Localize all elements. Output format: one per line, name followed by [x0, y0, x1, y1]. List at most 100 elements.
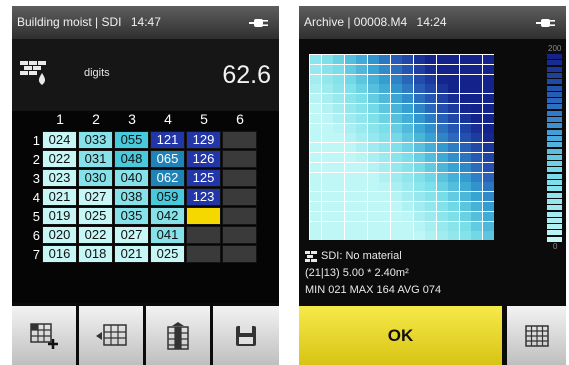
- grid-cell[interactable]: 022: [78, 226, 113, 244]
- scale-min-label: 0: [553, 242, 558, 251]
- color-scale: [547, 54, 562, 244]
- heatmap-cell: [344, 74, 356, 84]
- heatmap-cell: [390, 143, 402, 153]
- grid-cell[interactable]: 125: [186, 169, 221, 187]
- grid-cell[interactable]: 027: [114, 226, 149, 244]
- heatmap-cell: [402, 55, 413, 64]
- heatmap-cell: [402, 143, 413, 153]
- heatmap-cell: [459, 162, 471, 172]
- heatmap-cell: [344, 104, 356, 113]
- grid-cell[interactable]: [222, 169, 257, 187]
- grid-cell[interactable]: 042: [150, 207, 185, 225]
- grid-cell[interactable]: 048: [114, 150, 149, 168]
- heatmap-cell: [367, 231, 379, 241]
- heatmap-cell: [321, 172, 333, 182]
- grid-view-button[interactable]: [507, 306, 566, 365]
- grid-cell[interactable]: 016: [42, 245, 77, 263]
- heatmap-cell: [321, 74, 333, 84]
- heatmap-cell: [482, 211, 494, 221]
- grid-cell[interactable]: 031: [78, 150, 113, 168]
- grid-cell[interactable]: 024: [42, 131, 77, 149]
- heatmap-cell: [356, 94, 367, 104]
- grid-cell[interactable]: 025: [78, 207, 113, 225]
- grid-cell[interactable]: 021: [42, 188, 77, 206]
- grid-cell[interactable]: [186, 226, 221, 244]
- heatmap-cell: [425, 192, 436, 202]
- grid-cell[interactable]: 059: [150, 188, 185, 206]
- add-measurement-button[interactable]: [12, 306, 76, 365]
- heatmap-cell: [367, 74, 379, 84]
- heatmap-cell: [367, 123, 379, 133]
- heatmap-cell: [471, 211, 482, 221]
- grid-cell[interactable]: 121: [150, 131, 185, 149]
- heatmap-cell: [471, 162, 482, 172]
- grid-transfer-button[interactable]: [79, 306, 143, 365]
- heatmap-cell: [436, 84, 448, 94]
- heatmap-cell: [390, 74, 402, 84]
- unit-label: digits: [84, 67, 110, 79]
- heatmap-cell: [344, 153, 356, 162]
- heatmap-cell: [459, 221, 471, 231]
- heatmap-cell: [367, 84, 379, 94]
- export-column-button[interactable]: [146, 306, 210, 365]
- heatmap-cell: [413, 231, 425, 241]
- ok-button[interactable]: OK: [299, 306, 502, 365]
- row-header: 1: [32, 133, 40, 148]
- grid-cell[interactable]: [222, 245, 257, 263]
- grid-cell[interactable]: 123: [186, 188, 221, 206]
- grid-cell[interactable]: 038: [114, 188, 149, 206]
- grid-cell[interactable]: 019: [42, 207, 77, 225]
- grid-cell[interactable]: 027: [78, 188, 113, 206]
- grid-cell[interactable]: 018: [78, 245, 113, 263]
- heatmap-cell: [333, 84, 344, 94]
- grid-cell[interactable]: 129: [186, 131, 221, 149]
- heatmap-cell: [321, 143, 333, 153]
- scale-step: [547, 211, 562, 217]
- heatmap-cell: [367, 64, 379, 74]
- heatmap-cell: [333, 123, 344, 133]
- grid-cell[interactable]: [186, 245, 221, 263]
- heatmap-cell: [413, 133, 425, 143]
- heatmap-cell: [482, 143, 494, 153]
- heatmap-cell: [390, 113, 402, 123]
- grid-cell[interactable]: [186, 207, 221, 225]
- grid-cell[interactable]: 020: [42, 226, 77, 244]
- heatmap-cell: [425, 113, 436, 123]
- measurement-screen: Building moist | SDI 14:47 digits 62.6 1…: [12, 6, 279, 365]
- heatmap-cell: [390, 172, 402, 182]
- heatmap-cell: [436, 143, 448, 153]
- grid-cell[interactable]: 040: [114, 169, 149, 187]
- heatmap-cell: [436, 162, 448, 172]
- heatmap-cell: [310, 104, 321, 113]
- grid-cell[interactable]: [222, 150, 257, 168]
- heatmap-cell: [436, 221, 448, 231]
- power-plug-icon: [536, 19, 555, 27]
- heatmap-cell: [425, 104, 436, 113]
- heatmap-cell: [321, 94, 333, 104]
- heatmap-cell: [356, 64, 367, 74]
- heatmap-cell: [321, 202, 333, 211]
- grid-cell[interactable]: 055: [114, 131, 149, 149]
- grid-size-info: (21|13) 5.00 * 2.40m²: [305, 267, 409, 279]
- grid-cell[interactable]: 062: [150, 169, 185, 187]
- grid-cell[interactable]: 021: [114, 245, 149, 263]
- heatmap-cell: [471, 94, 482, 104]
- heatmap-cell: [436, 202, 448, 211]
- grid-cell[interactable]: 033: [78, 131, 113, 149]
- heatmap-cell: [413, 74, 425, 84]
- grid-cell[interactable]: 030: [78, 169, 113, 187]
- grid-cell[interactable]: 041: [150, 226, 185, 244]
- grid-cell[interactable]: [222, 188, 257, 206]
- grid-cell[interactable]: [222, 131, 257, 149]
- heatmap-cell: [448, 211, 459, 221]
- save-button[interactable]: [213, 306, 279, 365]
- grid-cell[interactable]: [222, 226, 257, 244]
- grid-cell[interactable]: 023: [42, 169, 77, 187]
- heatmap-cell: [459, 74, 471, 84]
- grid-cell[interactable]: 025: [150, 245, 185, 263]
- grid-cell[interactable]: [222, 207, 257, 225]
- grid-cell[interactable]: 035: [114, 207, 149, 225]
- grid-cell[interactable]: 126: [186, 150, 221, 168]
- grid-cell[interactable]: 022: [42, 150, 77, 168]
- grid-cell[interactable]: 065: [150, 150, 185, 168]
